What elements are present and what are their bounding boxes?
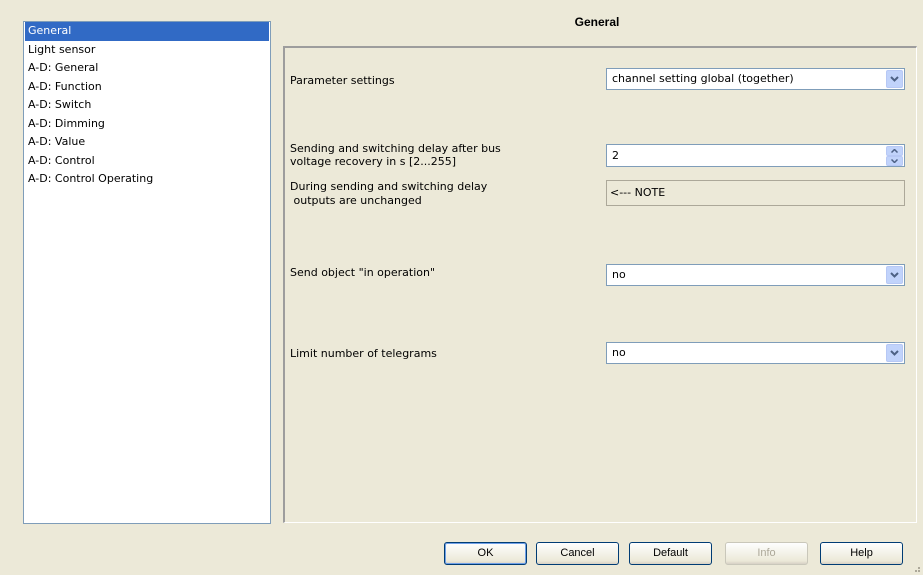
parameter-settings-select[interactable]: channel setting global (together): [606, 68, 905, 90]
delay-spinbox[interactable]: 2: [606, 144, 905, 167]
sidebar-item-ad-switch[interactable]: A-D: Switch: [25, 96, 269, 115]
send-object-value: no: [612, 268, 626, 281]
sidebar-item-general[interactable]: General: [25, 22, 269, 41]
limit-telegrams-select[interactable]: no: [606, 342, 905, 364]
sidebar-item-ad-general[interactable]: A-D: General: [25, 59, 269, 78]
limit-telegrams-value: no: [612, 346, 626, 359]
send-object-label: Send object "in operation": [290, 266, 436, 279]
delay-label-line2: voltage recovery in s [2...255]: [290, 155, 457, 168]
default-button[interactable]: Default: [629, 542, 712, 565]
cancel-button[interactable]: Cancel: [536, 542, 619, 565]
parameter-settings-value: channel setting global (together): [612, 72, 794, 85]
chevron-down-icon[interactable]: [886, 70, 903, 88]
chevron-down-icon[interactable]: [886, 266, 903, 284]
delay-value: 2: [612, 149, 619, 162]
spin-down-icon[interactable]: [886, 156, 903, 166]
page-title: General: [574, 15, 620, 29]
sidebar-item-ad-control-operating[interactable]: A-D: Control Operating: [25, 170, 269, 189]
sidebar-item-ad-dimming[interactable]: A-D: Dimming: [25, 115, 269, 134]
resize-grip-icon[interactable]: [911, 563, 921, 573]
spin-up-icon[interactable]: [886, 146, 903, 156]
sidebar-item-ad-control[interactable]: A-D: Control: [25, 152, 269, 171]
ok-button[interactable]: OK: [444, 542, 527, 565]
send-object-select[interactable]: no: [606, 264, 905, 286]
sidebar-item-ad-function[interactable]: A-D: Function: [25, 78, 269, 97]
note-label-line1: During sending and switching delay: [290, 180, 488, 193]
sidebar-item-ad-value[interactable]: A-D: Value: [25, 133, 269, 152]
note-label-line2: outputs are unchanged: [290, 194, 422, 207]
chevron-down-icon[interactable]: [886, 344, 903, 362]
sidebar-item-light-sensor[interactable]: Light sensor: [25, 41, 269, 60]
parameter-page-list[interactable]: General Light sensor A-D: General A-D: F…: [23, 21, 271, 524]
parameter-settings-label: Parameter settings: [290, 74, 395, 87]
help-button[interactable]: Help: [820, 542, 903, 565]
info-button: Info: [725, 542, 808, 565]
note-value: <--- NOTE: [610, 186, 666, 199]
limit-telegrams-label: Limit number of telegrams: [290, 347, 437, 360]
delay-label-line1: Sending and switching delay after bus: [290, 142, 501, 155]
note-field: <--- NOTE: [606, 180, 905, 206]
